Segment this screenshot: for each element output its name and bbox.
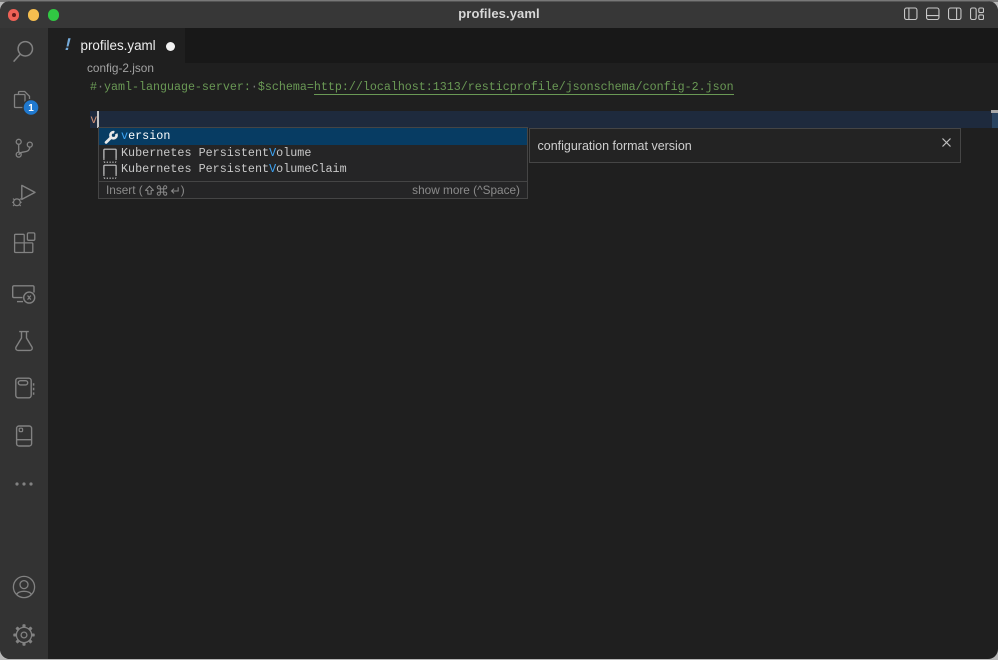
svg-text:1: 1 xyxy=(28,103,34,114)
